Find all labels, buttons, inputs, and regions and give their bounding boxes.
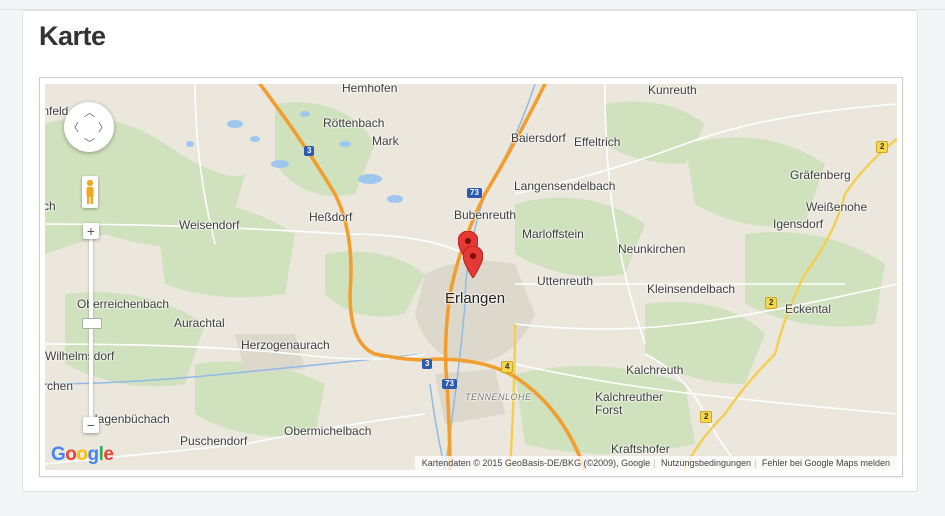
map-panel: Karte Hemhofen Röttenbach Mark Baiersdor…: [22, 10, 918, 492]
road-shield-b2: 2: [876, 141, 889, 153]
road-shield-b4: 4: [501, 361, 514, 373]
place-label: Neunkirchen: [618, 242, 686, 256]
place-label: Kleinsendelbach: [647, 282, 736, 296]
road-shield-a3: 3: [422, 359, 433, 369]
place-label: Kraftshofer: [611, 442, 670, 456]
zoom-slider-handle[interactable]: [82, 318, 102, 329]
terms-link[interactable]: Nutzungsbedingungen: [661, 458, 751, 468]
place-label: Hemhofen: [342, 84, 398, 95]
place-label-clipped: ch: [45, 199, 56, 213]
pan-control[interactable]: ︿ ﹀ 〈 〉: [64, 102, 114, 152]
road-shield-a3: 3: [304, 146, 315, 156]
report-error-link[interactable]: Fehler bei Google Maps melden: [762, 458, 890, 468]
zoom-out-button[interactable]: −: [83, 417, 99, 433]
map-frame: Hemhofen Röttenbach Mark Baiersdorf Kunr…: [39, 77, 903, 477]
place-label: Bubenreuth: [454, 208, 517, 222]
place-label: Igensdorf: [773, 217, 824, 231]
map-attribution: Kartendaten © 2015 GeoBasis-DE/BKG (©200…: [414, 456, 897, 470]
street-view-pegman[interactable]: [82, 176, 98, 208]
place-label: Kalchreuther Forst: [595, 390, 664, 417]
place-label: Effeltrich: [574, 135, 621, 149]
place-label-city: Erlangen: [445, 290, 506, 307]
road-shield-a73: 73: [442, 379, 457, 389]
place-label: Heßdorf: [309, 210, 353, 224]
place-label: Herzogenaurach: [241, 338, 330, 352]
place-label: Aurachtal: [174, 316, 225, 330]
place-label: Gräfenberg: [790, 168, 851, 182]
place-label: Obermichelbach: [284, 424, 372, 438]
place-label: Hagenbüchach: [89, 412, 170, 426]
place-label: Mark: [372, 134, 399, 148]
place-label: Uttenreuth: [537, 274, 594, 288]
place-label-clipped: rchen: [45, 379, 74, 393]
place-label: Wilhelmsdorf: [45, 349, 115, 363]
place-label: Röttenbach: [323, 116, 385, 130]
zoom-in-button[interactable]: +: [83, 223, 99, 239]
place-label: Puschendorf: [180, 434, 248, 448]
pan-right-icon[interactable]: 〉: [98, 119, 109, 135]
map-marker-pin[interactable]: [463, 246, 483, 278]
road-shield-a73: 73: [467, 188, 482, 198]
pan-up-icon[interactable]: ︿: [84, 104, 95, 120]
place-label: Kalchreuth: [626, 363, 684, 377]
page-title: Karte: [39, 21, 106, 51]
place-label-clipped: ınfeld: [45, 104, 69, 118]
attribution-data: Kartendaten © 2015 GeoBasis-DE/BKG (©200…: [421, 458, 651, 468]
place-label: Marloffstein: [522, 227, 584, 241]
place-label: Eckental: [785, 302, 832, 316]
place-label: Langensendelbach: [514, 179, 616, 193]
top-strip: [0, 0, 945, 10]
road-shield-b2: 2: [700, 411, 713, 423]
place-label: Baiersdorf: [511, 131, 566, 145]
place-label: Kunreuth: [648, 84, 697, 97]
map-canvas[interactable]: Hemhofen Röttenbach Mark Baiersdorf Kunr…: [45, 84, 897, 470]
pan-down-icon[interactable]: ﹀: [84, 135, 95, 151]
google-logo[interactable]: Google: [51, 444, 114, 466]
place-label: Weißenohe: [806, 200, 868, 214]
pegman-icon: [86, 179, 94, 204]
place-label-district: TENNENLOHE: [465, 392, 532, 402]
road-shield-b2: 2: [765, 297, 778, 309]
pan-left-icon[interactable]: 〈: [68, 119, 79, 135]
place-label: Weisendorf: [179, 218, 240, 232]
